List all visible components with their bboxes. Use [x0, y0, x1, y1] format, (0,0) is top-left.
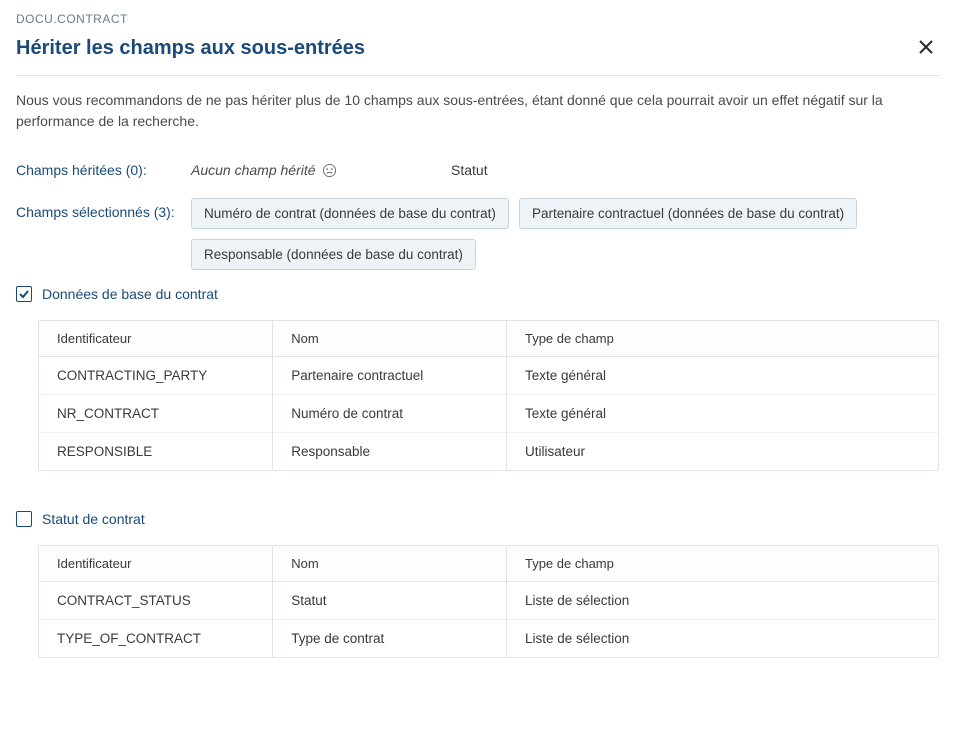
col-header-id: Identificateur	[39, 546, 273, 582]
cell-name: Partenaire contractuel	[273, 357, 507, 395]
inherited-fields-label: Champs héritées (0):	[16, 156, 191, 178]
table-row[interactable]: CONTRACTING_PARTY Partenaire contractuel…	[39, 357, 938, 395]
close-button[interactable]	[913, 34, 939, 63]
close-icon	[917, 38, 935, 56]
cell-name: Numéro de contrat	[273, 395, 507, 433]
selected-chip[interactable]: Partenaire contractuel (données de base …	[519, 198, 857, 229]
cell-id: TYPE_OF_CONTRACT	[39, 620, 273, 658]
breadcrumb: DOCU.CONTRACT	[16, 12, 939, 26]
col-header-id: Identificateur	[39, 321, 273, 357]
col-header-name: Nom	[273, 546, 507, 582]
cell-id: NR_CONTRACT	[39, 395, 273, 433]
checkmark-icon	[18, 288, 30, 300]
page-title: Hériter les champs aux sous-entrées	[16, 37, 365, 60]
table-basedata: Identificateur Nom Type de champ CONTRAC…	[38, 320, 939, 471]
section-checkbox-basedata[interactable]	[16, 286, 32, 302]
col-header-type: Type de champ	[506, 546, 938, 582]
sad-face-icon	[322, 163, 337, 178]
section-checkbox-status[interactable]	[16, 511, 32, 527]
section-title-status: Statut de contrat	[42, 511, 145, 527]
selected-chip[interactable]: Responsable (données de base du contrat)	[191, 239, 476, 270]
selected-fields-label: Champs sélectionnés (3):	[16, 198, 191, 220]
info-text: Nous vous recommandons de ne pas hériter…	[16, 90, 939, 132]
inherited-empty-text: Aucun champ hérité	[191, 162, 316, 178]
table-row[interactable]: TYPE_OF_CONTRACT Type de contrat Liste d…	[39, 620, 938, 658]
table-status: Identificateur Nom Type de champ CONTRAC…	[38, 545, 939, 658]
selected-chip[interactable]: Numéro de contrat (données de base du co…	[191, 198, 509, 229]
col-header-name: Nom	[273, 321, 507, 357]
col-header-type: Type de champ	[506, 321, 938, 357]
cell-type: Liste de sélection	[506, 620, 938, 658]
cell-id: CONTRACTING_PARTY	[39, 357, 273, 395]
table-row[interactable]: NR_CONTRACT Numéro de contrat Texte géné…	[39, 395, 938, 433]
cell-name: Responsable	[273, 433, 507, 471]
cell-type: Texte général	[506, 357, 938, 395]
table-row[interactable]: RESPONSIBLE Responsable Utilisateur	[39, 433, 938, 471]
section-title-basedata: Données de base du contrat	[42, 286, 218, 302]
cell-name: Statut	[273, 582, 507, 620]
divider	[16, 75, 939, 76]
cell-id: RESPONSIBLE	[39, 433, 273, 471]
table-row[interactable]: CONTRACT_STATUS Statut Liste de sélectio…	[39, 582, 938, 620]
cell-type: Liste de sélection	[506, 582, 938, 620]
inherited-status: Statut	[451, 156, 488, 178]
cell-type: Texte général	[506, 395, 938, 433]
cell-type: Utilisateur	[506, 433, 938, 471]
cell-id: CONTRACT_STATUS	[39, 582, 273, 620]
cell-name: Type de contrat	[273, 620, 507, 658]
